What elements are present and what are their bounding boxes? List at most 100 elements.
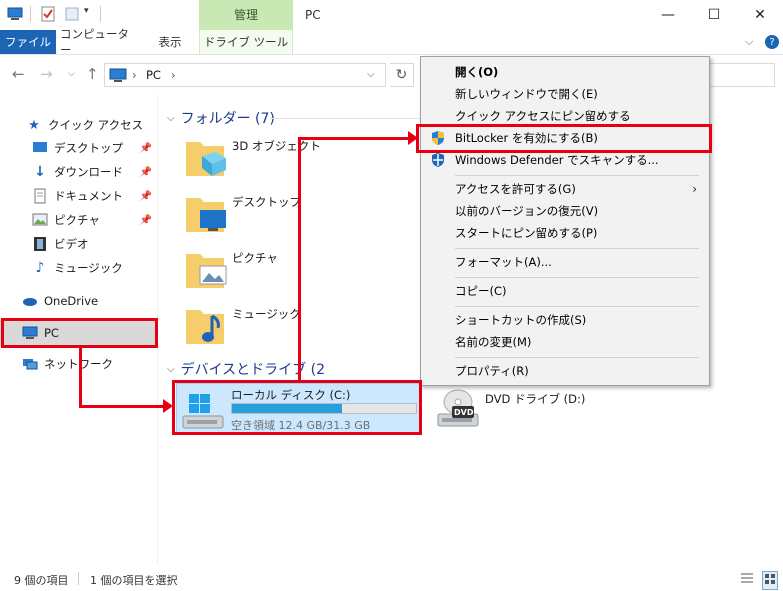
group-header-devices[interactable]: ⌵ デバイスとドライブ (2 xyxy=(167,359,325,379)
menu-format[interactable]: フォーマット(A)... xyxy=(421,251,709,273)
nav-label: ビデオ xyxy=(54,237,89,251)
breadcrumb-separator[interactable]: › xyxy=(132,68,137,82)
annotation-arrowhead xyxy=(163,399,173,413)
menu-open[interactable]: 開く(O) xyxy=(421,61,709,83)
folder-name: ミュージック xyxy=(232,307,301,321)
pc-icon xyxy=(7,6,23,22)
menu-pin-start[interactable]: スタートにピン留めする(P) xyxy=(421,222,709,244)
nav-item-desktop[interactable]: デスクトップ 📌 xyxy=(0,137,158,159)
menu-separator xyxy=(455,357,699,358)
refresh-button[interactable]: ↻ xyxy=(390,63,414,87)
folder-music[interactable]: ミュージック xyxy=(172,302,402,356)
pictures-icon xyxy=(32,212,48,228)
dvd-badge: DVD xyxy=(454,408,474,417)
document-icon xyxy=(32,188,48,204)
cloud-icon xyxy=(22,293,38,309)
breadcrumb-pc[interactable]: PC xyxy=(146,68,161,82)
menu-restore-previous[interactable]: 以前のバージョンの復元(V) xyxy=(421,200,709,222)
tab-file[interactable]: ファイル xyxy=(0,30,56,54)
maximize-button[interactable]: ☐ xyxy=(691,0,737,30)
forward-button[interactable]: → xyxy=(40,65,53,83)
minimize-button[interactable]: — xyxy=(645,0,691,30)
properties-icon[interactable] xyxy=(40,6,56,22)
folder-3d-objects[interactable]: 3D オブジェクト xyxy=(172,134,402,188)
nav-item-pictures[interactable]: ピクチャ 📌 xyxy=(0,209,158,231)
nav-label: デスクトップ xyxy=(54,141,123,155)
desktop-icon xyxy=(32,140,48,156)
help-icon[interactable]: ? xyxy=(765,35,779,49)
star-icon: ★ xyxy=(28,117,40,133)
nav-label: ダウンロード xyxy=(54,165,123,179)
status-selected: 1 個の項目を選択 xyxy=(90,574,178,587)
folder-name: ピクチャ xyxy=(232,251,278,265)
folder-name: 3D オブジェクト xyxy=(232,139,321,153)
details-view-icon[interactable] xyxy=(740,571,754,588)
tiles-view-icon[interactable] xyxy=(762,571,778,590)
desktop-folder-icon xyxy=(182,190,228,239)
tab-view[interactable]: 表示 xyxy=(146,30,194,54)
nav-label: ピクチャ xyxy=(54,213,100,227)
menu-copy[interactable]: コピー(C) xyxy=(421,280,709,302)
drive-label: DVD ドライブ (D:) xyxy=(485,392,586,406)
nav-item-documents[interactable]: ドキュメント 📌 xyxy=(0,185,158,207)
pin-icon[interactable]: 📌 xyxy=(140,215,152,226)
address-dropdown-icon[interactable]: ⌵ xyxy=(367,69,375,80)
annotation-line xyxy=(79,348,82,408)
close-button[interactable]: ✕ xyxy=(737,0,783,30)
back-button[interactable]: ← xyxy=(12,65,25,83)
pin-icon[interactable]: 📌 xyxy=(140,167,152,178)
folder-pictures[interactable]: ピクチャ xyxy=(172,246,402,300)
up-button[interactable]: ↑ xyxy=(86,65,99,83)
chevron-down-icon: ⌵ xyxy=(167,112,175,124)
nav-item-downloads[interactable]: ↓ ダウンロード 📌 xyxy=(0,161,158,183)
status-item-count: 9 個の項目 xyxy=(14,574,69,587)
nav-quick-access[interactable]: ★ クイック アクセス xyxy=(0,114,158,136)
nav-item-music[interactable]: ♪ ミュージック xyxy=(0,257,158,279)
context-menu: 開く(O) 新しいウィンドウで開く(E) クイック アクセスにピン留めする Bi… xyxy=(420,56,710,386)
menu-separator xyxy=(455,306,699,307)
nav-onedrive[interactable]: OneDrive xyxy=(0,290,158,312)
group-title: フォルダー (7) xyxy=(180,111,275,127)
breadcrumb-separator[interactable]: › xyxy=(171,68,176,82)
nav-label: クイック アクセス xyxy=(48,118,144,132)
pin-icon[interactable]: 📌 xyxy=(140,143,152,154)
pictures-folder-icon xyxy=(182,246,228,295)
menu-open-new-window[interactable]: 新しいウィンドウで開く(E) xyxy=(421,83,709,105)
group-divider xyxy=(270,118,420,119)
annotation-line xyxy=(298,139,301,382)
nav-item-videos[interactable]: ビデオ xyxy=(0,233,158,255)
collapse-ribbon-icon[interactable]: ⌵ xyxy=(745,35,753,49)
annotation-line xyxy=(298,137,411,140)
nav-label: ドキュメント xyxy=(54,189,123,203)
folder-desktop[interactable]: デスクトップ xyxy=(172,190,402,244)
menu-rename[interactable]: 名前の変更(M) xyxy=(421,331,709,353)
nav-label: OneDrive xyxy=(44,294,99,308)
search-input[interactable] xyxy=(700,63,775,87)
music-icon: ♪ xyxy=(35,260,45,276)
drive-d[interactable]: DVD DVD ドライブ (D:) xyxy=(432,386,632,434)
menu-separator xyxy=(455,175,699,176)
new-folder-icon[interactable] xyxy=(64,6,80,22)
annotation-arrowhead xyxy=(408,131,418,145)
tab-drive-tools[interactable]: ドライブ ツール xyxy=(199,30,293,54)
group-title: デバイスとドライブ (2 xyxy=(180,362,325,378)
pin-icon[interactable]: 📌 xyxy=(140,191,152,202)
status-bar: 9 個の項目 1 個の項目を選択 xyxy=(0,566,783,591)
annotation-line xyxy=(79,405,167,408)
customize-dropdown-icon[interactable]: ▾ xyxy=(84,6,100,22)
recent-dropdown-icon[interactable]: ⌵ xyxy=(68,69,75,79)
pc-icon xyxy=(109,67,127,86)
window-title: PC xyxy=(305,8,321,22)
address-bar[interactable]: › PC › ⌵ xyxy=(104,63,386,87)
menu-create-shortcut[interactable]: ショートカットの作成(S) xyxy=(421,309,709,331)
menu-label: アクセスを許可する(G) xyxy=(455,182,576,196)
group-header-folders[interactable]: ⌵ フォルダー (7) xyxy=(167,108,275,128)
annotation-box-bitlocker xyxy=(416,124,712,153)
folder-name: デスクトップ xyxy=(232,195,301,209)
download-icon: ↓ xyxy=(34,164,46,180)
tab-computer[interactable]: コンピューター xyxy=(60,27,138,57)
annotation-box-drive-c xyxy=(172,380,422,435)
chevron-right-icon: › xyxy=(692,182,697,196)
menu-give-access[interactable]: アクセスを許可する(G) › xyxy=(421,178,709,200)
menu-properties[interactable]: プロパティ(R) xyxy=(421,360,709,382)
